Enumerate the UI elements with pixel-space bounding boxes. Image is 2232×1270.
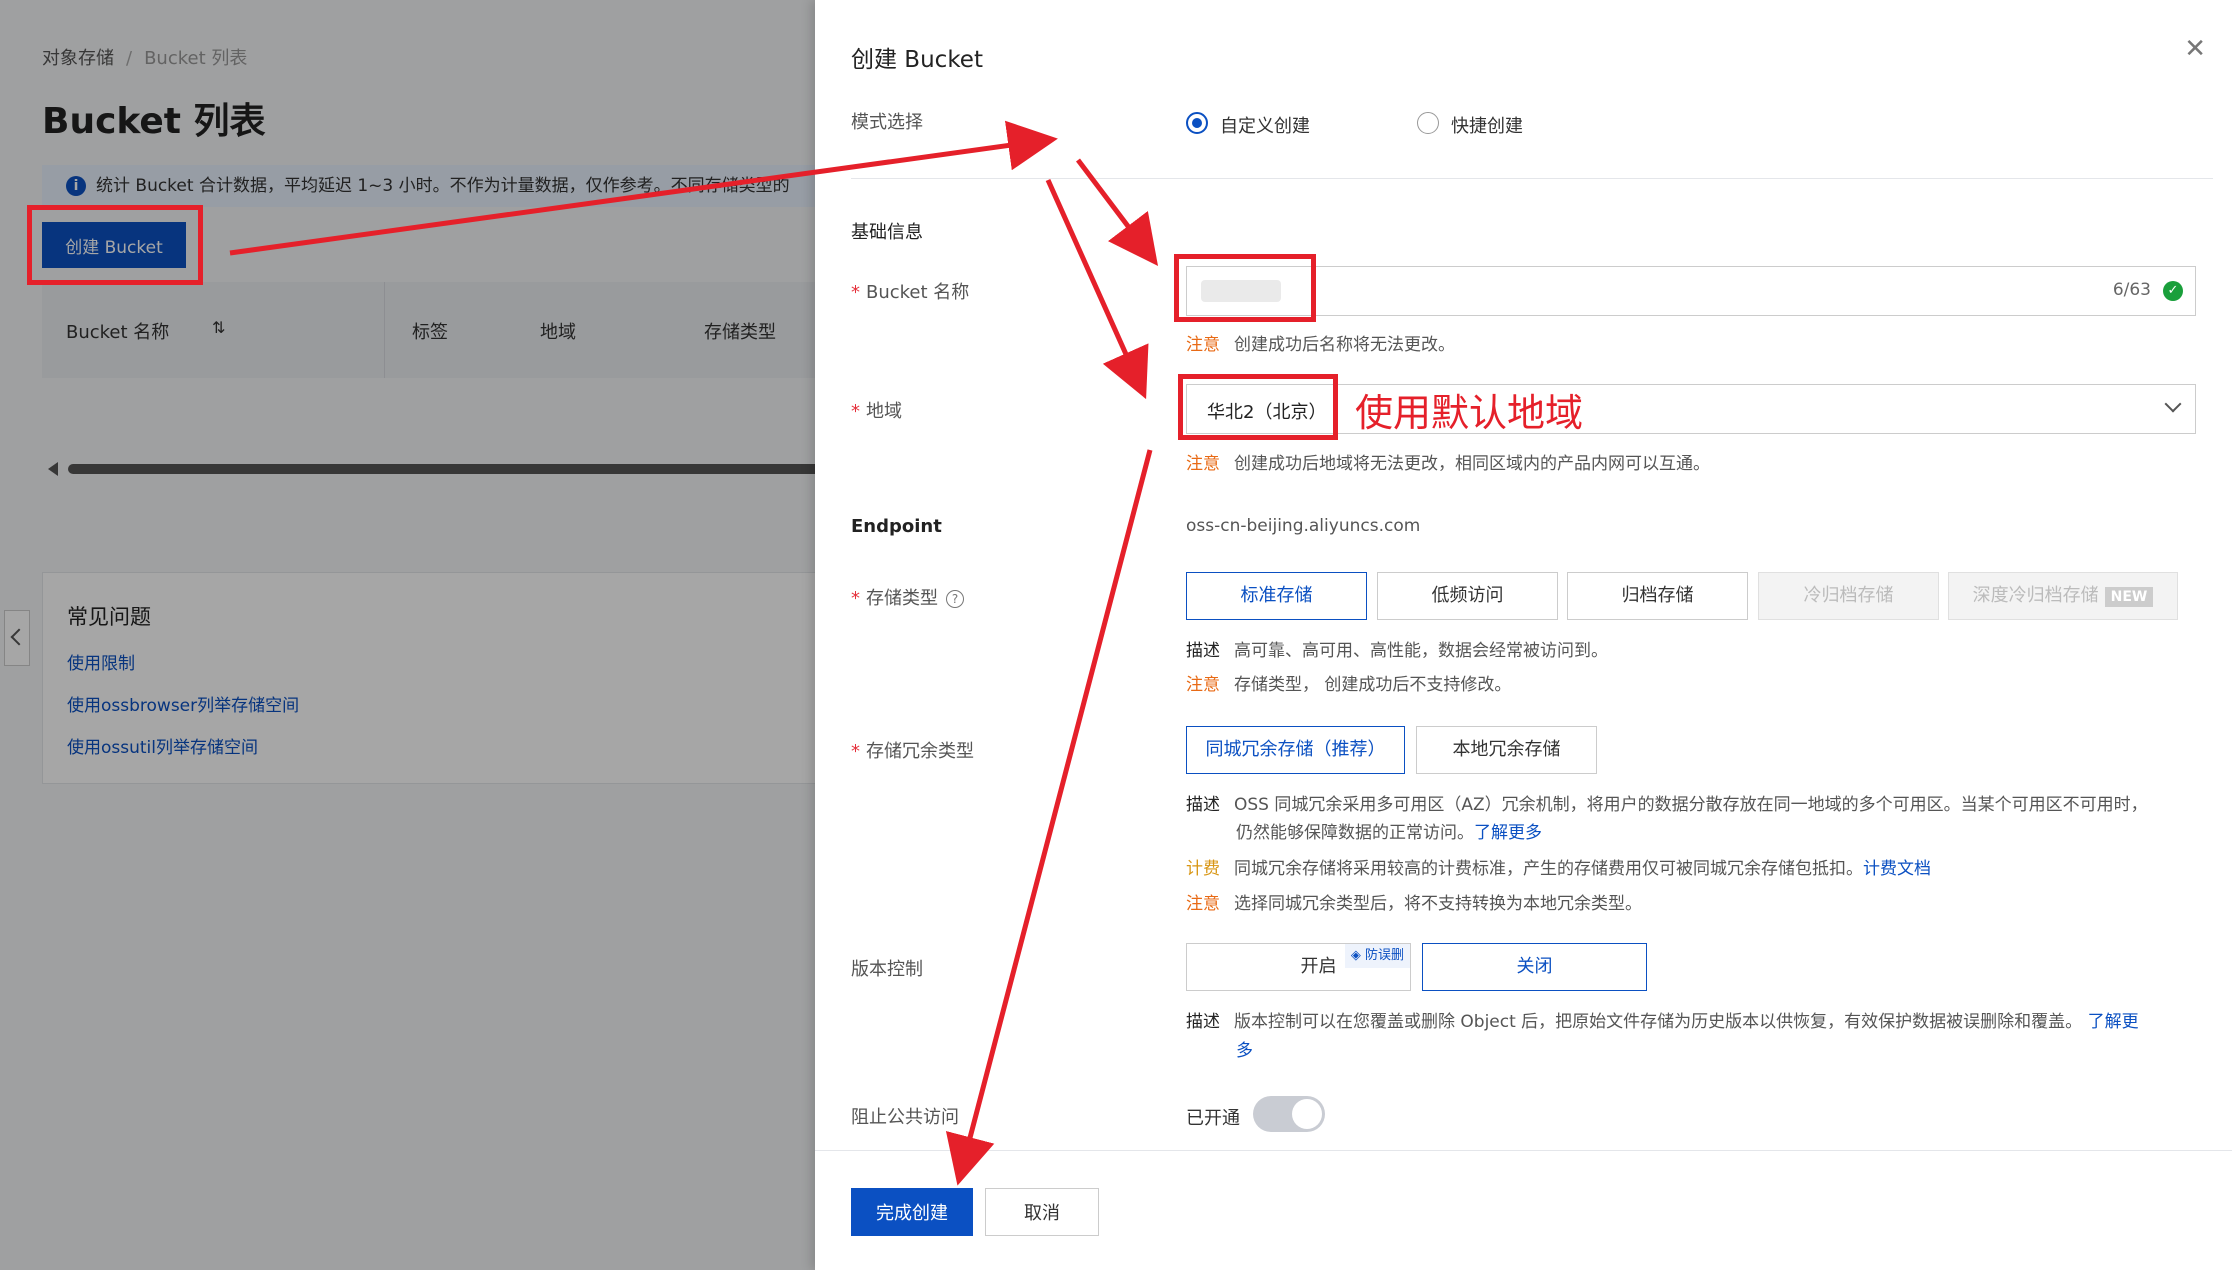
versioning-desc: 描述 版本控制可以在您覆盖或删除 Object 后，把原始文件存储为历史版本以供恢… — [1186, 1012, 2139, 1032]
endpoint-label: Endpoint — [851, 516, 942, 537]
redundancy-note: 注意 选择同城冗余类型后，将不支持转换为本地冗余类型。 — [1186, 894, 1642, 914]
footer-divider — [815, 1150, 2232, 1151]
region-label: * 地域 — [851, 401, 902, 422]
radio-custom-create-label[interactable]: 自定义创建 — [1220, 112, 1310, 138]
redundancy-desc-cont: 仍然能够保障数据的正常访问。了解更多 — [1236, 823, 1542, 843]
close-icon[interactable]: ✕ — [2184, 34, 2206, 64]
modal-overlay[interactable] — [0, 0, 820, 1270]
option-standard-storage[interactable]: 标准存储 — [1186, 572, 1367, 620]
learn-more-link[interactable]: 了解更多 — [1474, 823, 1542, 843]
annotation-box-name — [1174, 254, 1316, 322]
region-note: 注意 创建成功后地域将无法更改，相同区域内的产品内网可以互通。 — [1186, 454, 1710, 474]
annotation-text: 使用默认地域 — [1355, 391, 1584, 435]
confirm-create-button[interactable]: 完成创建 — [851, 1188, 973, 1236]
annotation-box-region — [1178, 374, 1338, 440]
billing-doc-link[interactable]: 计费文档 — [1863, 859, 1931, 879]
storage-class-desc: 描述 高可靠、高可用、高性能，数据会经常被访问到。 — [1186, 641, 1608, 661]
help-icon[interactable]: ? — [946, 590, 964, 608]
section-basic-info: 基础信息 — [851, 222, 923, 243]
option-archive-storage[interactable]: 归档存储 — [1567, 572, 1748, 620]
radio-custom-create[interactable] — [1186, 112, 1208, 134]
versioning-desc-cont: 多 — [1236, 1036, 1253, 1061]
versioning-learn-more-link[interactable]: 了解更 — [2088, 1012, 2139, 1032]
option-cold-archive: 冷归档存储 — [1758, 572, 1939, 620]
versioning-learn-more-link-cont[interactable]: 多 — [1236, 1041, 1253, 1061]
check-icon: ✓ — [2163, 281, 2183, 301]
char-counter: 6/63 — [2112, 280, 2151, 300]
radio-quick-create[interactable] — [1417, 112, 1439, 134]
option-deep-cold-archive: 深度冷归档存储 NEW — [1948, 572, 2178, 620]
block-public-state: 已开通 — [1186, 1108, 1240, 1129]
block-public-label: 阻止公共访问 — [851, 1107, 959, 1128]
storage-class-label: * 存储类型? — [851, 584, 964, 610]
block-public-toggle[interactable] — [1253, 1096, 1325, 1132]
endpoint-value: oss-cn-beijing.aliyuncs.com — [1186, 516, 1421, 536]
redundancy-cost: 计费 同城冗余存储将采用较高的计费标准，产生的存储费用仅可被同城冗余存储包抵扣。计… — [1186, 859, 1931, 879]
bucket-name-label: * Bucket 名称 — [851, 282, 970, 303]
option-lrs[interactable]: 本地冗余存储 — [1416, 726, 1597, 774]
bucket-name-input[interactable]: 6/63 ✓ — [1186, 266, 2196, 316]
mode-label: 模式选择 — [851, 112, 923, 133]
option-zrs[interactable]: 同城冗余存储（推荐） — [1186, 726, 1405, 774]
radio-quick-create-label[interactable]: 快捷创建 — [1451, 112, 1523, 138]
option-versioning-on[interactable]: 开启 ◈ 防误删 — [1186, 943, 1411, 991]
bucket-name-note: 注意 创建成功后名称将无法更改。 — [1186, 335, 1455, 355]
create-bucket-drawer: 创建 Bucket ✕ 模式选择 自定义创建 快捷创建 基础信息 * Bucket… — [815, 0, 2232, 1270]
drawer-title: 创建 Bucket — [851, 47, 983, 73]
redundancy-label: * 存储冗余类型 — [851, 741, 974, 762]
redundancy-desc: 描述 OSS 同城冗余采用多可用区（AZ）冗余机制，将用户的数据分散存放在同一地域… — [1186, 795, 2148, 815]
divider — [851, 178, 2213, 179]
option-versioning-off[interactable]: 关闭 — [1422, 943, 1647, 991]
annotation-box-create — [27, 205, 203, 285]
chevron-down-icon[interactable] — [2164, 395, 2182, 413]
new-badge: NEW — [2104, 587, 2154, 607]
delete-protect-badge: ◈ 防误删 — [1344, 944, 1410, 968]
storage-class-note: 注意 存储类型， 创建成功后不支持修改。 — [1186, 675, 1512, 695]
option-infrequent-access[interactable]: 低频访问 — [1377, 572, 1558, 620]
cancel-button[interactable]: 取消 — [985, 1188, 1099, 1236]
versioning-label: 版本控制 — [851, 959, 923, 980]
